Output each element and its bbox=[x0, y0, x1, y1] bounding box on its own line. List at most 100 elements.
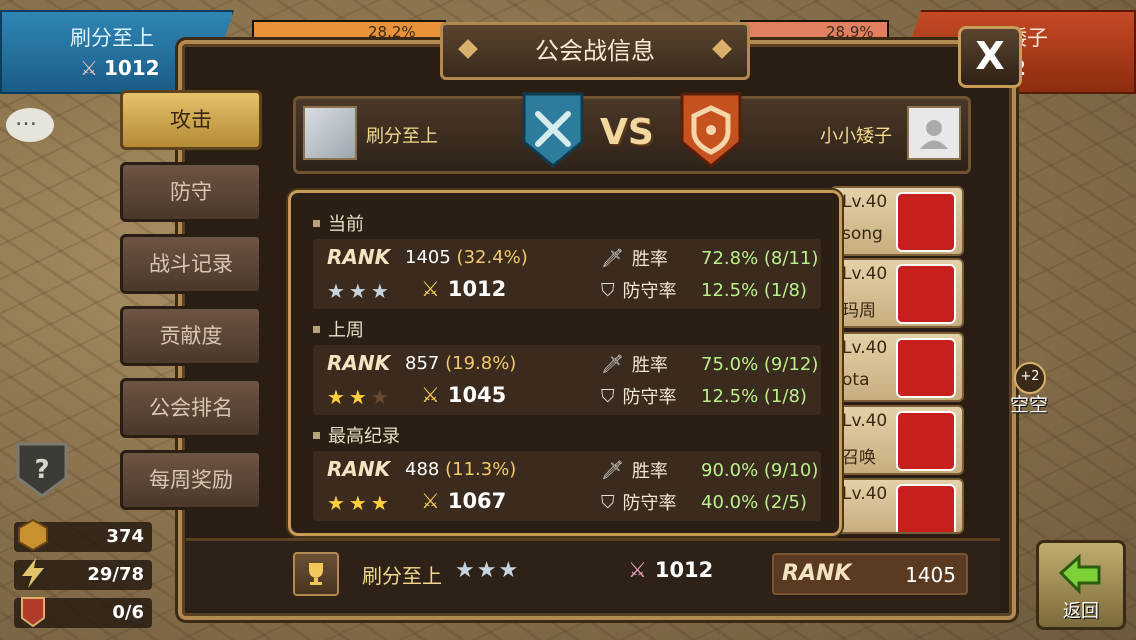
tab-attack[interactable]: 攻击 bbox=[120, 90, 262, 150]
smiley-face-icon bbox=[896, 264, 956, 324]
opponent-level: Lv.40 bbox=[842, 192, 888, 212]
rank-value: 488 (11.3%) bbox=[405, 459, 517, 480]
crossed-swords-icon: ⚔ bbox=[421, 277, 440, 301]
attack-shield-icon bbox=[522, 92, 584, 168]
opponent-level: Lv.40 bbox=[842, 338, 888, 358]
crossed-swords-icon: ⚔ bbox=[421, 383, 440, 407]
section-title: 上周 bbox=[328, 320, 364, 341]
left-guild-name: 刷分至上 bbox=[70, 26, 154, 50]
sword-icon: 🗡 bbox=[601, 353, 624, 375]
diamond-ornament-icon bbox=[458, 39, 478, 59]
lightning-icon bbox=[22, 558, 44, 588]
crossed-swords-icon: ⚔ bbox=[421, 489, 440, 513]
win-rate: 🗡 胜率 72.8% (8/11) bbox=[601, 247, 819, 271]
crossed-swords-icon: ⚔ bbox=[80, 56, 98, 80]
summary-points: ⚔ 1012 bbox=[628, 558, 714, 582]
smiley-face-icon bbox=[896, 411, 956, 471]
bullet-icon bbox=[313, 325, 320, 333]
sword-icon: 🗡 bbox=[601, 247, 624, 269]
opponent-name: song bbox=[842, 224, 883, 244]
star-rating: ★★★ bbox=[327, 385, 393, 409]
smiley-face-icon bbox=[896, 338, 956, 398]
opponent-card[interactable]: Lv.40 召唤 bbox=[830, 405, 964, 475]
tab-weekly-rewards[interactable]: 每周奖励 bbox=[120, 450, 262, 510]
back-button[interactable]: 返回 bbox=[1036, 540, 1126, 630]
rank-label: RANK bbox=[327, 245, 391, 269]
left-guild-score: ⚔ 1012 bbox=[80, 56, 160, 80]
default-avatar-icon bbox=[920, 120, 948, 149]
guild-points: ⚔ 1045 bbox=[421, 383, 507, 407]
star-rating: ★★★ bbox=[327, 491, 393, 515]
star-rating: ★★★ bbox=[327, 279, 393, 303]
guild-points: ⚔ 1067 bbox=[421, 489, 507, 513]
left-guild-avatar bbox=[303, 106, 357, 160]
svg-text:?: ? bbox=[34, 455, 49, 485]
opponent-name: ota bbox=[842, 370, 870, 390]
summary-stars: ★★★ bbox=[455, 558, 521, 583]
opponent-card[interactable]: Lv.40 玛周 bbox=[830, 258, 964, 328]
trophy-icon bbox=[309, 563, 323, 585]
rank-value: 1405 (32.4%) bbox=[405, 247, 528, 268]
win-rate: 🗡 胜率 90.0% (9/10) bbox=[601, 459, 819, 483]
close-button[interactable]: X bbox=[958, 26, 1022, 88]
bullet-icon bbox=[313, 431, 320, 439]
shield-icon: ⛉ bbox=[601, 385, 615, 407]
resource-war-tickets: 0/6 bbox=[14, 597, 152, 628]
sword-icon: 🗡 bbox=[601, 459, 624, 481]
summary-guild-name: 刷分至上 bbox=[362, 564, 442, 588]
vs-right-name: 小小矮子 bbox=[820, 126, 892, 147]
vs-left-name: 刷分至上 bbox=[366, 126, 438, 147]
vs-label: VS bbox=[600, 112, 654, 153]
opponent-level: Lv.40 bbox=[842, 411, 888, 431]
opponent-card[interactable]: Lv.40 ota bbox=[830, 332, 964, 402]
rank-value: 1405 bbox=[905, 563, 956, 587]
dialog-title: 公会战信息 bbox=[535, 37, 655, 65]
opponent-level: Lv.40 bbox=[842, 264, 888, 284]
defense-shield-icon bbox=[680, 92, 742, 168]
tab-battle-log[interactable]: 战斗记录 bbox=[120, 234, 262, 294]
summary-rank: RANK 1405 bbox=[772, 553, 968, 595]
shield-icon: ⛉ bbox=[601, 279, 615, 301]
tab-guild-ranking[interactable]: 公会排名 bbox=[120, 378, 262, 438]
opponent-name: 召唤 bbox=[842, 448, 876, 468]
stats-section-best-record: 最高纪录 RANK 488 (11.3%) ★★★ ⚔ 1067 🗡 胜率 90.0%… bbox=[313, 423, 821, 521]
trophy-button[interactable] bbox=[293, 552, 339, 596]
stats-section-current: 当前 RANK 1405 (32.4%) ★★★ ⚔ 1012 🗡 胜率 72.8% … bbox=[313, 211, 821, 309]
side-player-name: 空空 bbox=[1010, 394, 1049, 416]
close-icon: X bbox=[975, 34, 1005, 78]
back-arrow-icon bbox=[1058, 553, 1101, 595]
defense-rate: ⛉ 防守率 12.5% (1/8) bbox=[601, 279, 807, 303]
resource-medals: 374 bbox=[14, 518, 152, 552]
rank-label: RANK bbox=[327, 351, 391, 375]
back-label: 返回 bbox=[1063, 601, 1099, 622]
help-button[interactable]: ? bbox=[14, 440, 70, 500]
chat-button[interactable]: … bbox=[6, 106, 54, 142]
opponent-name: 玛周 bbox=[842, 301, 876, 321]
shield-icon: ⛉ bbox=[601, 491, 615, 513]
banner-icon bbox=[21, 597, 45, 628]
rank-value: 857 (19.8%) bbox=[405, 353, 517, 374]
dialog-title-plate: 公会战信息 bbox=[440, 22, 750, 80]
diamond-ornament-icon bbox=[712, 39, 732, 59]
smiley-face-icon bbox=[896, 192, 956, 252]
tab-defense[interactable]: 防守 bbox=[120, 162, 262, 222]
guild-points: ⚔ 1012 bbox=[421, 277, 507, 301]
tab-contribution[interactable]: 贡献度 bbox=[120, 306, 262, 366]
right-progress-pct: 28.9% bbox=[826, 23, 874, 41]
rank-label: RANK bbox=[782, 561, 852, 586]
hexagon-medal-icon bbox=[18, 518, 48, 552]
stats-panel: 当前 RANK 1405 (32.4%) ★★★ ⚔ 1012 🗡 胜率 72.8% … bbox=[288, 190, 842, 536]
left-progress-pct: 28.2% bbox=[368, 23, 416, 41]
chat-icon: … bbox=[15, 106, 37, 131]
defense-rate: ⛉ 防守率 12.5% (1/8) bbox=[601, 385, 807, 409]
right-guild-avatar bbox=[907, 106, 961, 160]
section-title: 最高纪录 bbox=[328, 426, 400, 447]
bullet-icon bbox=[313, 219, 320, 227]
stats-section-last-week: 上周 RANK 857 (19.8%) ★★★ ⚔ 1045 🗡 胜率 75.0% (… bbox=[313, 317, 821, 415]
smiley-face-icon bbox=[896, 484, 956, 532]
opponent-level: Lv.40 bbox=[842, 484, 888, 504]
win-rate: 🗡 胜率 75.0% (9/12) bbox=[601, 353, 819, 377]
opponent-card[interactable]: Lv.40 bbox=[830, 478, 964, 534]
opponent-card[interactable]: Lv.40 song bbox=[830, 186, 964, 256]
defense-rate: ⛉ 防守率 40.0% (2/5) bbox=[601, 491, 807, 515]
